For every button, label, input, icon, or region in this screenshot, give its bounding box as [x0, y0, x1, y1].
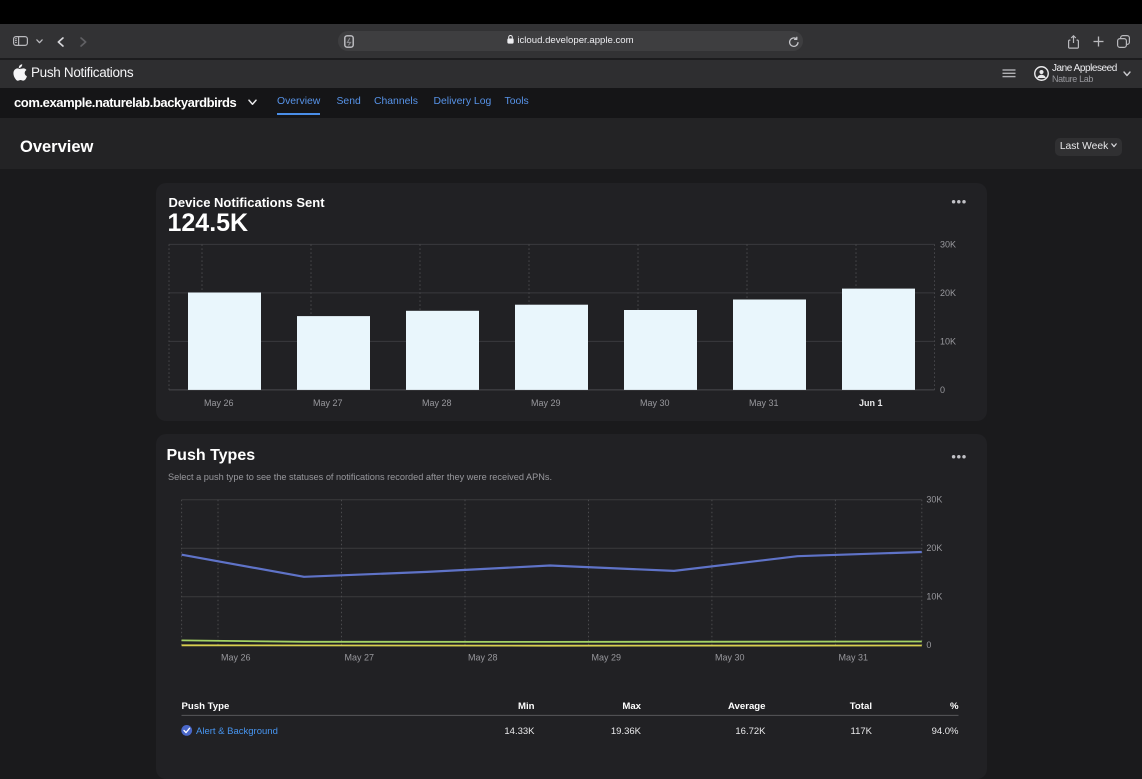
svg-text:May 27: May 27	[345, 652, 375, 662]
svg-text:Total: Total	[850, 701, 872, 712]
svg-text:Jun 1: Jun 1	[859, 398, 883, 408]
svg-text:May 30: May 30	[715, 652, 745, 662]
svg-text:16.72K: 16.72K	[735, 726, 766, 737]
svg-text:May 31: May 31	[839, 652, 869, 662]
svg-text:10K: 10K	[926, 592, 942, 602]
svg-text:0: 0	[940, 385, 945, 395]
svg-text:Min: Min	[518, 701, 535, 712]
svg-text:Push Type: Push Type	[182, 701, 230, 712]
svg-text:May 29: May 29	[592, 652, 622, 662]
svg-text:94.0%: 94.0%	[932, 726, 959, 737]
svg-text:May 26: May 26	[221, 652, 251, 662]
svg-text:10K: 10K	[940, 336, 956, 346]
svg-text:20K: 20K	[940, 288, 956, 298]
svg-text:19.36K: 19.36K	[611, 726, 642, 737]
svg-text:May 26: May 26	[204, 398, 234, 408]
svg-text:20K: 20K	[926, 543, 942, 553]
svg-text:May 27: May 27	[313, 398, 343, 408]
svg-text:May 30: May 30	[640, 398, 670, 408]
svg-text:Alert & Background: Alert & Background	[196, 726, 278, 737]
svg-text:14.33K: 14.33K	[504, 726, 535, 737]
svg-text:May 28: May 28	[468, 652, 498, 662]
svg-text:30K: 30K	[940, 239, 956, 249]
svg-text:May 29: May 29	[531, 398, 561, 408]
svg-text:%: %	[950, 701, 959, 712]
svg-text:Average: Average	[728, 701, 766, 712]
svg-text:Max: Max	[622, 701, 641, 712]
svg-text:0: 0	[926, 640, 931, 650]
svg-text:May 28: May 28	[422, 398, 452, 408]
svg-text:30K: 30K	[926, 495, 942, 505]
svg-text:May 31: May 31	[749, 398, 779, 408]
svg-text:117K: 117K	[851, 726, 873, 737]
